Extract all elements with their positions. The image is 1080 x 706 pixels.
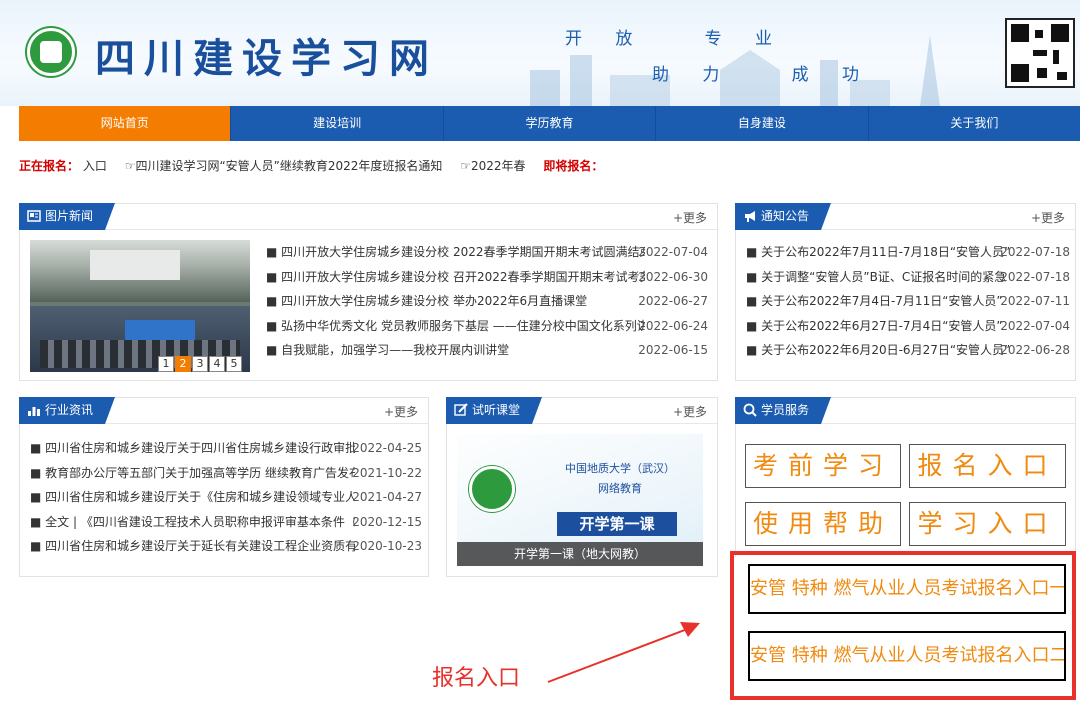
annotation-label: 报名入口: [432, 666, 521, 691]
slogan-line-2: 助 力 成 功: [652, 65, 874, 85]
list-item[interactable]: ■ 四川省住房和城乡建设厅关于四川省住房城乡建设行政审批平 2022-04-25: [30, 436, 422, 461]
search-icon: [743, 403, 757, 417]
trial-video-thumbnail[interactable]: 中国地质大学（武汉） 网络教育 开学第一课 开学第一课（地大网教）: [457, 434, 703, 566]
coming-soon-label: 即将报名：: [543, 159, 604, 173]
list-item[interactable]: ■ 自我赋能，加强学习——我校开展内训讲堂 2022-06-15: [266, 338, 708, 363]
trial-class-title: 试听课堂: [446, 397, 543, 424]
video-banner: 开学第一课: [557, 512, 677, 536]
notices-title: 通知公告: [735, 203, 832, 230]
list-item[interactable]: ■ 四川开放大学住房城乡建设分校 2022春季学期国开期末考试圆满结束 2022-…: [266, 240, 708, 265]
qr-code-icon: [1005, 18, 1075, 88]
bar-chart-icon: [28, 407, 40, 416]
pager-page-2[interactable]: 2: [175, 356, 191, 372]
nav-training[interactable]: 建设培训: [231, 106, 444, 141]
list-item[interactable]: ■ 四川省住房和城乡建设厅关于《住房和城乡建设领域专业人员 2021-04-27: [30, 485, 422, 510]
pager-page-3[interactable]: 3: [192, 356, 208, 372]
list-item[interactable]: ■ 全文 | 《四川省建设工程技术人员职称申报评审基本条件（试 2020-12-1…: [30, 510, 422, 535]
photo-pager: 1 2 3 4 5: [158, 356, 242, 372]
notices-list: ■ 关于公布2022年7月11日-7月18日“安管人员” 2022-07-18 ■…: [746, 240, 1070, 363]
student-service-title: 学员服务: [735, 397, 832, 424]
photo-news-image[interactable]: [30, 240, 250, 372]
list-item[interactable]: ■ 关于公布2022年7月4日-7月11日“安管人员” 2022-07-11: [746, 289, 1070, 314]
slogan-line-1: 开 放 专 业: [565, 29, 787, 49]
list-item[interactable]: ■ 关于公布2022年6月27日-7月4日“安管人员” 2022-07-04: [746, 314, 1070, 339]
video-caption[interactable]: 开学第一课（地大网教）: [457, 542, 703, 566]
notices-panel: 通知公告 +更多 ■ 关于公布2022年7月11日-7月18日“安管人员” 202…: [735, 203, 1076, 381]
site-header: 四川建设学习网 开 放 专 业 助 力 成 功: [0, 0, 1080, 106]
edit-icon: [454, 403, 468, 416]
now-registering-label: 正在报名：: [19, 159, 80, 173]
pre-exam-study-button[interactable]: 考前学习: [745, 444, 901, 488]
industry-news-more-link[interactable]: +更多: [384, 403, 418, 420]
list-item[interactable]: ■ 关于公布2022年6月20日-6月27日“安管人员” 2022-06-28: [746, 338, 1070, 363]
study-entry-button[interactable]: 学习入口: [909, 502, 1066, 546]
nav-education[interactable]: 学历教育: [444, 106, 657, 141]
list-item[interactable]: ■ 教育部办公厅等五部门关于加强高等学历 继续教育广告发布 2021-10-22: [30, 461, 422, 486]
newspaper-icon: [27, 210, 41, 222]
ticker-item-2[interactable]: ☞2022年春: [460, 159, 525, 173]
nav-home[interactable]: 网站首页: [19, 106, 232, 141]
nav-about-us[interactable]: 关于我们: [869, 106, 1080, 141]
pager-page-5[interactable]: 5: [226, 356, 242, 372]
photo-news-list: ■ 四川开放大学住房城乡建设分校 2022春季学期国开期末考试圆满结束 2022-…: [266, 240, 708, 363]
ticker-entry-link[interactable]: 入口: [83, 159, 107, 173]
student-service-label: 学员服务: [761, 403, 810, 417]
industry-news-label: 行业资讯: [45, 403, 94, 417]
site-title[interactable]: 四川建设学习网: [95, 26, 438, 84]
industry-news-title: 行业资讯: [19, 397, 116, 424]
registration-ticker: 正在报名： 入口 ☞四川建设学习网“安管人员”继续教育2022年度班报名通知 ☞…: [19, 157, 603, 174]
main-nav: 网站首页 建设培训 学历教育 自身建设 关于我们: [19, 106, 1080, 141]
video-title-line-1: 中国地质大学（武汉）: [565, 462, 675, 475]
list-item[interactable]: ■ 关于调整“安管人员”B证、C证报名时间的紧急 2022-07-18: [746, 265, 1070, 290]
trial-class-label: 试听课堂: [472, 403, 521, 417]
list-item[interactable]: ■ 四川开放大学住房城乡建设分校 举办2022年6月直播课堂 2022-06-27: [266, 289, 708, 314]
notices-label: 通知公告: [761, 209, 810, 223]
leaf-icon: [40, 41, 62, 63]
ticker-item-1[interactable]: ☞四川建设学习网“安管人员”继续教育2022年度班报名通知: [125, 159, 443, 173]
photo-news-label: 图片新闻: [45, 209, 94, 223]
usage-help-button[interactable]: 使用帮助: [745, 502, 901, 546]
site-logo[interactable]: [27, 28, 75, 76]
photo-news-panel: 图片新闻 +更多 1 2 3 4 5 ■ 四川开放大学住房城乡建设分校 2022…: [19, 203, 718, 381]
trial-class-panel: 试听课堂 +更多 中国地质大学（武汉） 网络教育 开学第一课 开学第一课（地大网…: [446, 397, 718, 577]
industry-news-list: ■ 四川省住房和城乡建设厅关于四川省住房城乡建设行政审批平 2022-04-25 …: [30, 436, 422, 559]
pager-page-4[interactable]: 4: [209, 356, 225, 372]
list-item[interactable]: ■ 弘扬中华优秀文化 党员教师服务下基层 ——住建分校中国文化系列讲 2022-0…: [266, 314, 708, 339]
highlight-box: [730, 551, 1076, 700]
pager-page-1[interactable]: 1: [158, 356, 174, 372]
megaphone-icon: [745, 211, 755, 222]
photo-news-title: 图片新闻: [19, 203, 116, 230]
university-logo: [469, 466, 515, 512]
registration-entry-button[interactable]: 报名入口: [909, 444, 1066, 488]
video-title-line-2: 网络教育: [598, 482, 642, 495]
photo-news-more-link[interactable]: +更多: [673, 209, 707, 226]
nav-self-building[interactable]: 自身建设: [656, 106, 869, 141]
list-item[interactable]: ■ 四川开放大学住房城乡建设分校 召开2022春季学期国开期末考试考务会 2022…: [266, 265, 708, 290]
list-item[interactable]: ■ 四川省住房和城乡建设厅关于延长有关建设工程企业资质有效 2020-10-23: [30, 534, 422, 559]
list-item[interactable]: ■ 关于公布2022年7月11日-7月18日“安管人员” 2022-07-18: [746, 240, 1070, 265]
trial-class-more-link[interactable]: +更多: [673, 403, 707, 420]
industry-news-panel: 行业资讯 +更多 ■ 四川省住房和城乡建设厅关于四川省住房城乡建设行政审批平 20…: [19, 397, 429, 577]
notices-more-link[interactable]: +更多: [1031, 209, 1065, 226]
